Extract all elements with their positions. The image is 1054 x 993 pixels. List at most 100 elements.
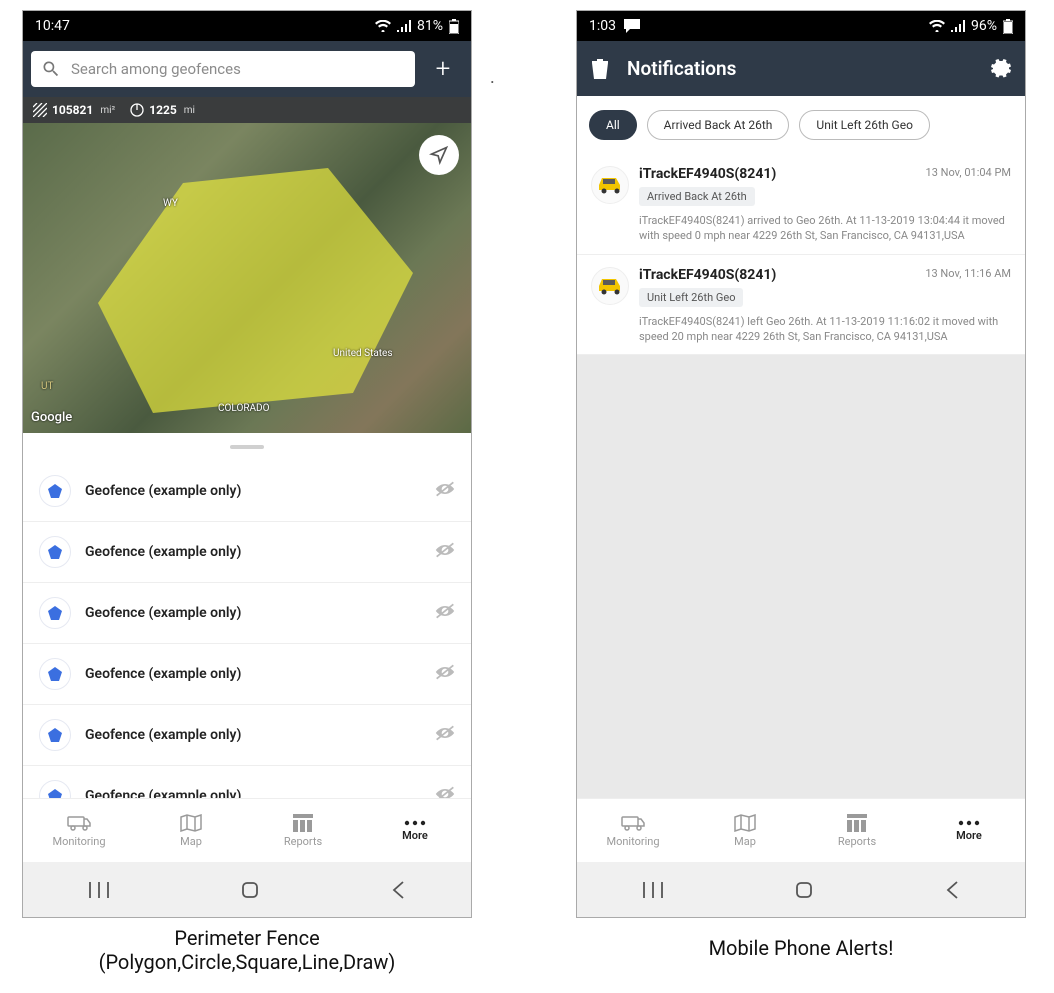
car-icon (591, 267, 629, 305)
caption-2: Mobile Phone Alerts! (576, 936, 1026, 960)
geofence-label: Geofence (example only) (85, 544, 421, 560)
van-icon (67, 814, 91, 832)
van-icon (621, 814, 645, 832)
phone-geofence: 10:47 81% + 105821 mi² 1225 (22, 10, 472, 918)
visibility-off-icon[interactable] (435, 602, 455, 624)
notification-tag: Unit Left 26th Geo (639, 288, 743, 307)
info-bar: 105821 mi² 1225 mi (23, 97, 471, 123)
tab-reports[interactable]: Reports (247, 799, 359, 862)
tab-map[interactable]: Map (689, 799, 801, 862)
tab-bar: Monitoring Map Reports More (23, 798, 471, 862)
android-nav-bar (23, 862, 471, 917)
tab-label: Map (180, 835, 202, 848)
notification-list[interactable]: iTrackEF4940S(8241)Arrived Back At 26th1… (577, 154, 1025, 355)
tab-monitoring[interactable]: Monitoring (23, 799, 135, 862)
search-bar-container: + (23, 41, 471, 97)
car-icon (591, 166, 629, 204)
tab-map[interactable]: Map (135, 799, 247, 862)
list-item[interactable]: Geofence (example only) (23, 522, 471, 583)
status-battery: 81% (417, 18, 443, 34)
recents-button[interactable] (89, 882, 109, 898)
more-icon (958, 820, 980, 826)
more-icon (404, 820, 426, 826)
visibility-off-icon[interactable] (435, 724, 455, 746)
recents-button[interactable] (643, 882, 663, 898)
tab-more[interactable]: More (359, 799, 471, 862)
chip-left[interactable]: Unit Left 26th Geo (799, 110, 930, 140)
status-bar: 10:47 81% (23, 11, 471, 41)
notification-body: iTrackEF4940S(8241) left Geo 26th. At 11… (591, 307, 1011, 345)
title-bar: Notifications (577, 41, 1025, 96)
status-time: 10:47 (35, 18, 70, 34)
geofence-polygon[interactable] (83, 163, 423, 433)
perimeter-unit: mi (184, 105, 195, 116)
page-title: Notifications (627, 57, 973, 80)
map-view[interactable]: WY UT COLORADO United States Google (23, 123, 471, 433)
caption-line2: (Polygon,Circle,Square,Line,Draw) (22, 950, 472, 974)
navigation-icon (429, 145, 449, 165)
visibility-off-icon[interactable] (435, 541, 455, 563)
list-item[interactable]: Geofence (example only) (23, 644, 471, 705)
pentagon-icon (39, 719, 71, 751)
android-nav-bar (577, 862, 1025, 917)
wifi-icon (929, 20, 945, 32)
tab-monitoring[interactable]: Monitoring (577, 799, 689, 862)
tab-reports[interactable]: Reports (801, 799, 913, 862)
visibility-off-icon[interactable] (435, 663, 455, 685)
tab-label: Reports (284, 835, 322, 848)
map-label-us: United States (333, 348, 393, 359)
chip-all[interactable]: All (589, 110, 637, 140)
back-button[interactable] (391, 880, 405, 900)
pentagon-icon (39, 536, 71, 568)
visibility-off-icon[interactable] (435, 480, 455, 502)
battery-icon (449, 19, 459, 34)
area-value: 105821 (52, 103, 93, 117)
search-icon (41, 59, 61, 79)
tab-more[interactable]: More (913, 799, 1025, 862)
map-label-ut: UT (41, 381, 53, 392)
notification-body: iTrackEF4940S(8241) arrived to Geo 26th.… (591, 206, 1011, 244)
map-icon (734, 814, 756, 832)
tab-label: Map (734, 835, 756, 848)
caption-line1: Perimeter Fence (22, 926, 472, 950)
map-icon (180, 814, 202, 832)
list-item[interactable]: Geofence (example only) (23, 705, 471, 766)
add-button[interactable]: + (423, 49, 463, 89)
back-button[interactable] (945, 880, 959, 900)
drag-handle[interactable] (23, 433, 471, 461)
filter-chips: All Arrived Back At 26th Unit Left 26th … (577, 96, 1025, 154)
trash-icon[interactable] (591, 59, 609, 79)
list-item[interactable]: Geofence (example only) (23, 461, 471, 522)
notification-item[interactable]: iTrackEF4940S(8241)Arrived Back At 26th1… (577, 154, 1025, 255)
notification-time: 13 Nov, 01:04 PM (926, 166, 1011, 179)
signal-icon (951, 20, 965, 32)
tab-bar: Monitoring Map Reports More (577, 798, 1025, 862)
list-item[interactable]: Geofence (example only) (23, 583, 471, 644)
tab-label: More (956, 829, 982, 842)
gear-icon[interactable] (991, 59, 1011, 79)
notification-item[interactable]: iTrackEF4940S(8241)Unit Left 26th Geo13 … (577, 255, 1025, 356)
geofence-list[interactable]: Geofence (example only) Geofence (example… (23, 461, 471, 827)
status-time: 1:03 (589, 18, 616, 34)
chip-arrived[interactable]: Arrived Back At 26th (647, 110, 790, 140)
reports-icon (847, 814, 867, 832)
home-button[interactable] (794, 880, 814, 900)
status-right: 81% (375, 18, 459, 34)
notification-title: iTrackEF4940S(8241) (639, 166, 916, 182)
empty-area (577, 355, 1025, 798)
map-label-google: Google (31, 410, 72, 425)
home-button[interactable] (240, 880, 260, 900)
tab-label: Monitoring (52, 835, 105, 848)
locate-button[interactable] (419, 135, 459, 175)
phone-notifications: 1:03 96% Notifications All Arrived Back … (576, 10, 1026, 918)
geofence-label: Geofence (example only) (85, 666, 421, 682)
perimeter-icon (130, 103, 144, 117)
pentagon-icon (39, 658, 71, 690)
search-input[interactable] (71, 60, 405, 78)
status-right: 96% (929, 18, 1013, 34)
battery-icon (1003, 19, 1013, 34)
notification-title: iTrackEF4940S(8241) (639, 267, 915, 283)
search-field[interactable] (31, 51, 415, 87)
map-label-wy: WY (163, 198, 178, 209)
tab-label: Reports (838, 835, 876, 848)
